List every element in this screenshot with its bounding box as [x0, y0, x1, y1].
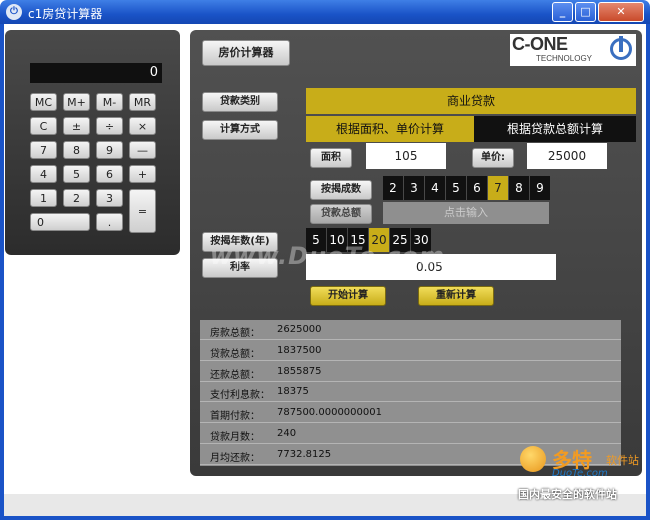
result-value: 2625000	[277, 324, 322, 335]
center-watermark: www.DuoTe.com	[210, 242, 445, 270]
result-value: 7732.8125	[277, 448, 332, 460]
title-bar: ⏻ c1房贷计算器 _ □ ✕	[0, 0, 650, 24]
ratio-option[interactable]: 2	[383, 176, 403, 200]
calc-key[interactable]: 4	[30, 165, 57, 183]
area-label: 面积	[310, 148, 352, 168]
ratio-button[interactable]: 按揭成数	[310, 180, 372, 200]
logo-subtext: TECHNOLOGY	[536, 54, 593, 63]
calc-key[interactable]: 6	[96, 165, 123, 183]
result-label: 贷款月数：	[210, 432, 260, 443]
result-value: 78750​0.0000000001	[277, 407, 382, 419]
loan-total-button[interactable]: 贷款总额	[310, 204, 372, 224]
loan-total-input[interactable]: 点击输入	[383, 202, 549, 224]
maximize-button[interactable]: □	[575, 2, 596, 22]
calculator-display: 0	[30, 63, 162, 83]
title-button[interactable]: 房价计算器	[202, 40, 290, 66]
loan-type-button[interactable]: 贷款类别	[202, 92, 278, 112]
calc-key[interactable]: ±	[63, 117, 90, 135]
calc-key[interactable]: 1	[30, 189, 57, 207]
calc-key[interactable]: MR	[129, 93, 156, 111]
calc-key[interactable]: ×	[129, 117, 156, 135]
reset-button[interactable]: 重新计算	[418, 286, 494, 306]
result-value: 1837500	[277, 344, 322, 356]
corner-slogan: 国内最安全的软件站	[518, 488, 617, 501]
start-calc-button[interactable]: 开始计算	[310, 286, 386, 306]
loan-type-value[interactable]: 商业贷款	[306, 88, 636, 114]
close-button[interactable]: ✕	[598, 2, 644, 22]
calc-key[interactable]: C	[30, 117, 57, 135]
mascot-icon	[520, 446, 546, 472]
calc-key[interactable]: 8	[63, 141, 90, 159]
result-label: 支付利息款：	[210, 390, 270, 402]
ratio-option[interactable]: 8	[509, 176, 529, 200]
result-value: 1855875	[277, 365, 322, 377]
calc-key[interactable]: M-	[96, 93, 123, 111]
ratio-option[interactable]: 3	[404, 176, 424, 200]
calc-key[interactable]: .	[96, 213, 123, 231]
power-icon-bar	[619, 36, 623, 52]
ratio-option[interactable]: 6	[467, 176, 487, 200]
result-label: 还款总额：	[210, 369, 260, 381]
calc-method-button[interactable]: 计算方式	[202, 120, 278, 140]
result-row: 房款总额： 2625000	[200, 320, 621, 340]
calculator-panel: 0 MC M+ M- MR C ± ÷ × 7 8 9 — 4 5 6 +1 2 3 = 0.	[5, 30, 180, 255]
corner-site: DuoTe.com	[552, 468, 608, 479]
ratio-option[interactable]: 7	[488, 176, 508, 200]
result-label: 首期付款：	[210, 411, 260, 423]
ratio-option[interactable]: 5	[446, 176, 466, 200]
result-label: 贷款总额：	[210, 348, 260, 360]
area-input[interactable]: 105	[366, 143, 446, 169]
logo-text: C-ONE	[512, 34, 568, 54]
calc-key[interactable]: 2	[63, 189, 90, 207]
window-border-bottom	[0, 516, 650, 520]
calc-key[interactable]: +	[129, 165, 156, 183]
calc-key[interactable]: 5	[63, 165, 90, 183]
calc-key[interactable]: M+	[63, 93, 90, 111]
calc-key[interactable]: 9	[96, 141, 123, 159]
result-row: 贷款月数： 240	[200, 424, 621, 444]
result-label: 月均还款：	[210, 452, 260, 464]
price-input[interactable]: 25000	[527, 143, 607, 169]
calc-key[interactable]: —	[129, 141, 156, 159]
ratio-option[interactable]: 9	[530, 176, 550, 200]
result-row: 首期付款： 78750​0.0000000001	[200, 403, 621, 424]
calc-key[interactable]: ÷	[96, 117, 123, 135]
method-loan-total[interactable]: 根据贷款总额计算	[474, 116, 636, 142]
calc-key[interactable]: 0	[30, 213, 90, 231]
app-icon: ⏻	[6, 4, 22, 20]
calc-key[interactable]: 3	[96, 189, 123, 207]
corner-watermark: 多特 软件站 DuoTe.com 国内最安全的软件站	[518, 442, 646, 504]
calc-key[interactable]: 7	[30, 141, 57, 159]
price-label: 单价:	[472, 148, 514, 168]
company-logo: C-ONE TECHNOLOGY	[510, 34, 636, 66]
window-title: c1房贷计算器	[28, 7, 103, 21]
minimize-button[interactable]: _	[552, 2, 573, 22]
ratio-option[interactable]: 4	[425, 176, 445, 200]
result-row: 支付利息款： 18375	[200, 382, 621, 403]
result-label: 房款总额：	[210, 328, 260, 339]
calc-key[interactable]: MC	[30, 93, 57, 111]
corner-suffix: 软件站	[606, 454, 639, 467]
result-row: 贷款总额： 1837500	[200, 341, 621, 361]
result-row: 还款总额： 1855875	[200, 362, 621, 382]
calc-key[interactable]: =	[129, 189, 156, 233]
window-border-right	[646, 24, 650, 520]
result-value: 18375	[277, 386, 309, 398]
method-area-price[interactable]: 根据面积、单价计算	[306, 116, 474, 142]
result-value: 240	[277, 428, 297, 439]
